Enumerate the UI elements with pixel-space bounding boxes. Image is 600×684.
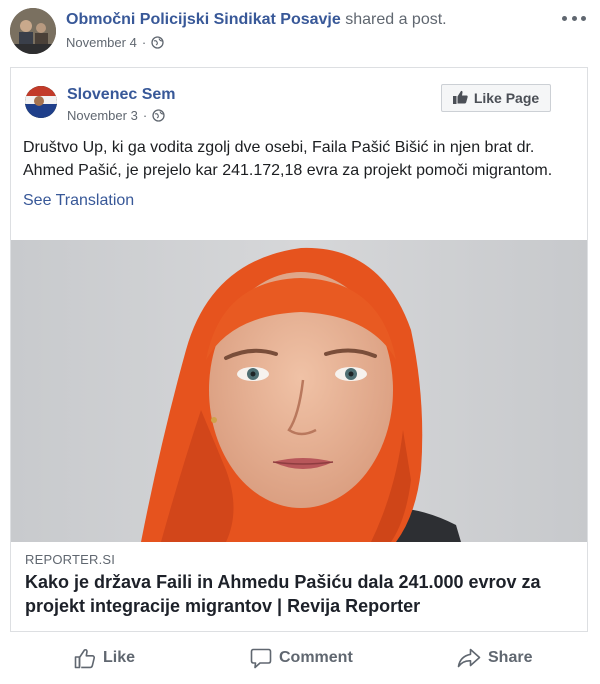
share-label: Share [488, 649, 533, 666]
post-action-bar: Like Comment Share [0, 638, 600, 678]
more-options-icon[interactable] [562, 12, 586, 24]
outer-author-link[interactable]: Območni Policijski Sindikat Posavje [66, 11, 341, 28]
like-button[interactable]: Like [74, 638, 135, 678]
inner-post-date[interactable]: November 3 [67, 108, 138, 123]
inner-page-avatar[interactable] [25, 86, 57, 118]
globe-icon [151, 36, 164, 49]
share-button[interactable]: Share [457, 638, 532, 678]
shared-action-text: shared a post. [345, 11, 447, 28]
thumbs-up-icon [452, 90, 468, 107]
page-avatar[interactable] [10, 8, 56, 54]
like-page-label: Like Page [473, 90, 540, 106]
see-translation-link[interactable]: See Translation [23, 192, 134, 210]
thumbs-up-icon [74, 648, 96, 669]
post-body-text: Društvo Up, ki ga vodita zgolj dve osebi… [23, 139, 553, 179]
comment-button[interactable]: Comment [250, 638, 353, 678]
like-label: Like [103, 649, 136, 666]
meta-separator: · [141, 35, 147, 50]
globe-icon [152, 109, 165, 122]
comment-label: Comment [279, 649, 353, 666]
outer-post-header: Območni Policijski Sindikat Posavje shar… [0, 0, 600, 62]
comment-icon [250, 648, 272, 669]
share-icon [457, 648, 481, 668]
meta-separator: · [142, 108, 148, 123]
outer-post-date[interactable]: November 4 [66, 35, 137, 50]
link-preview-title[interactable]: Kako je država Faili in Ahmedu Pašiću da… [25, 570, 580, 618]
outer-post-meta: November 4 · [66, 35, 164, 50]
outer-post-title: Območni Policijski Sindikat Posavje shar… [66, 11, 447, 29]
inner-author-link[interactable]: Slovenec Sem [67, 86, 176, 104]
like-page-button[interactable]: Like Page [441, 84, 551, 112]
inner-post-meta: November 3 · [67, 108, 165, 123]
link-source-domain: REPORTER.SI [25, 552, 116, 567]
link-preview-image[interactable] [11, 240, 587, 542]
shared-post-card: Slovenec Sem November 3 · Like Page Druš… [10, 67, 588, 632]
